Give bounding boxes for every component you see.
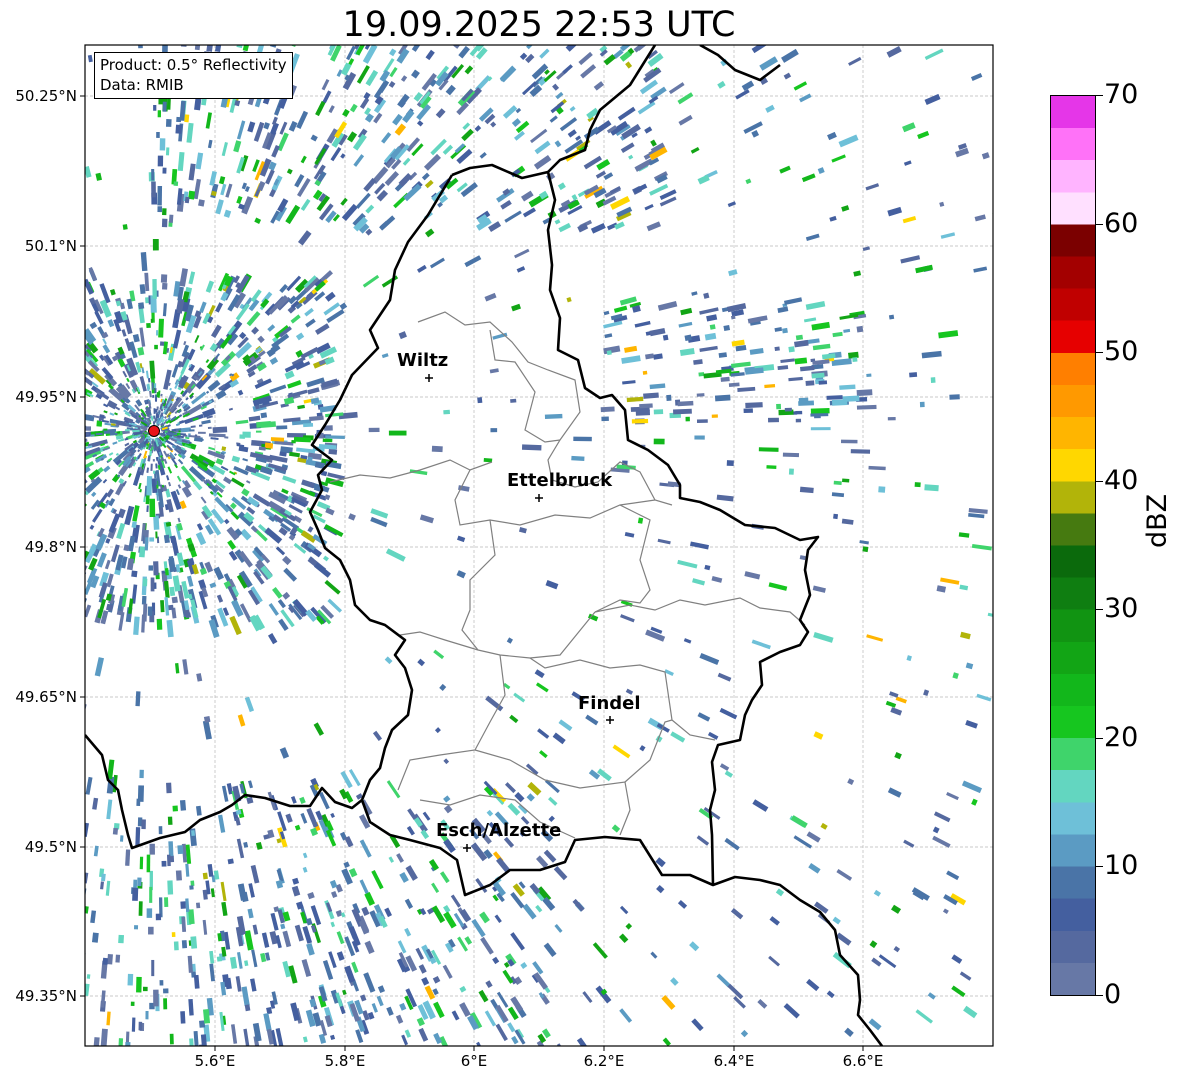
lon-tick-label: 6.4°E (713, 1052, 755, 1070)
colorbar-tick (1096, 224, 1103, 225)
lat-tick-label: 49.8°N (24, 538, 77, 556)
city-marker-icon (463, 844, 471, 852)
lat-tick-label: 49.35°N (15, 987, 77, 1005)
colorbar-tick (1096, 609, 1103, 610)
city-label-findel: Findel (578, 693, 641, 714)
colorbar-label: dBZ (1142, 493, 1173, 548)
colorbar-tick-label: 60 (1104, 208, 1139, 239)
colorbar-tick-label: 40 (1104, 465, 1139, 496)
lon-tick-label: 6.2°E (583, 1052, 625, 1070)
city-marker-icon (606, 716, 614, 724)
lon-tick-label: 5.8°E (324, 1052, 366, 1070)
info-box: Product: 0.5° Reflectivity Data: RMIB (94, 52, 293, 99)
lon-tick-label: 6.6°E (842, 1052, 884, 1070)
lat-tick-label: 50.1°N (24, 237, 77, 255)
lon-tick-label: 5.6°E (194, 1052, 236, 1070)
colorbar-tick-label: 10 (1104, 850, 1139, 881)
map-title: 19.09.2025 22:53 UTC (342, 5, 736, 45)
lat-tick-label: 49.5°N (24, 838, 77, 856)
city-marker-icon (425, 374, 433, 382)
colorbar (1050, 95, 1096, 996)
radar-echoes (85, 45, 993, 1046)
radar-site-marker (148, 425, 160, 437)
lon-tick-label: 6°E (460, 1052, 488, 1070)
colorbar-tick (1096, 995, 1103, 996)
colorbar-tick-label: 0 (1104, 979, 1122, 1010)
lat-tick-label: 49.65°N (15, 688, 77, 706)
city-label-esch-alzette: Esch/Alzette (436, 820, 562, 841)
lat-tick-label: 49.95°N (15, 388, 77, 406)
colorbar-tick-label: 30 (1104, 593, 1139, 624)
city-marker-icon (535, 494, 543, 502)
city-label-ettelbruck: Ettelbruck (507, 470, 613, 491)
radar-map (80, 44, 994, 1051)
colorbar-tick (1096, 95, 1103, 96)
colorbar-tick (1096, 481, 1103, 482)
lat-tick-label: 50.25°N (15, 87, 77, 105)
colorbar-tick (1096, 352, 1103, 353)
colorbar-tick (1096, 866, 1103, 867)
data-source-label: Data: RMIB (100, 76, 184, 94)
colorbar-tick-label: 50 (1104, 336, 1139, 367)
colorbar-tick-label: 20 (1104, 722, 1139, 753)
city-label-wiltz: Wiltz (397, 350, 449, 371)
colorbar-tick-label: 70 (1104, 79, 1139, 110)
colorbar-tick (1096, 738, 1103, 739)
product-label: Product: 0.5° Reflectivity (100, 56, 287, 74)
